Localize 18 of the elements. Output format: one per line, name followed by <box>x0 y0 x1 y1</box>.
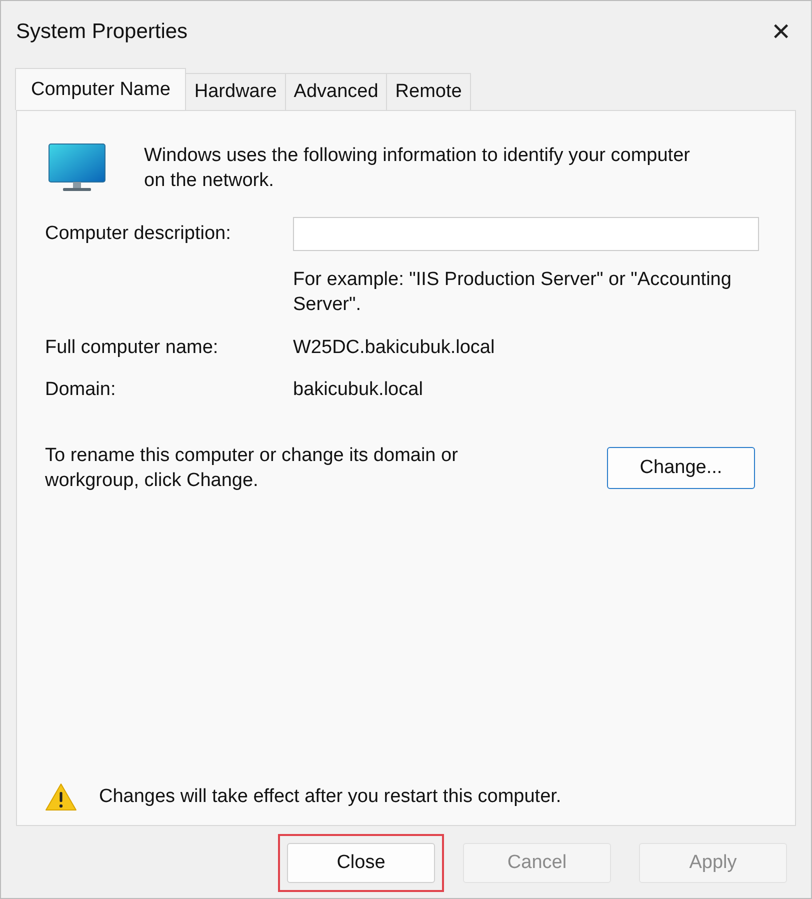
rename-text: To rename this computer or change its domain or workgroup, click Change. <box>45 444 459 493</box>
tab[interactable]: Computer Name <box>15 68 186 110</box>
dialog-button[interactable]: Close <box>287 843 435 883</box>
warning-text: Changes will take effect after you restart this computer. <box>99 786 562 808</box>
field-label: Domain: <box>45 379 117 401</box>
description-field[interactable] <box>293 217 759 251</box>
monitor-icon <box>48 143 106 193</box>
warning-icon <box>45 783 77 811</box>
change-button[interactable]: Change... <box>607 447 755 489</box>
intro-text: Windows uses the following information to identify your computer on the network. <box>144 144 691 193</box>
field-value: bakicubuk.local <box>293 379 424 401</box>
close-button[interactable]: ✕ <box>751 2 811 62</box>
hint-text: For example: "IIS Production Server" or "Accounting Server". <box>293 268 732 317</box>
window-title: System Properties <box>16 20 188 44</box>
field-label: Computer description: <box>45 223 232 245</box>
field-value: W25DC.bakicubuk.local <box>293 337 496 359</box>
tab[interactable]: Remote <box>386 73 471 110</box>
field-label: Full computer name: <box>45 337 220 359</box>
